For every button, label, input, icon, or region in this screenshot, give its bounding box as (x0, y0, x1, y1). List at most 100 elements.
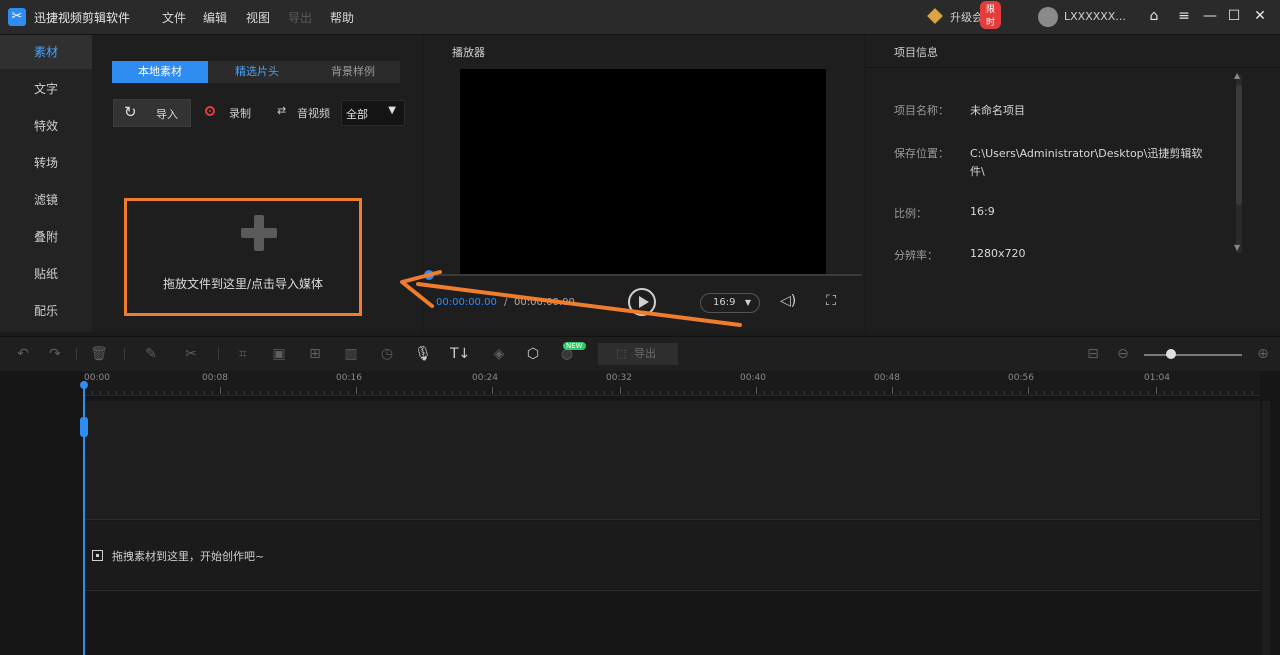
playback-progress-bar[interactable] (424, 274, 862, 276)
menu-export[interactable]: 导出 (288, 9, 312, 26)
sidebar-item-music[interactable]: 配乐 (0, 294, 92, 328)
menu-icon[interactable]: ≡ (1176, 8, 1192, 24)
ruler-tick (956, 391, 957, 394)
undo-icon[interactable]: ↶ (14, 345, 32, 363)
menu-edit[interactable]: 编辑 (203, 9, 227, 26)
crop-icon[interactable]: ⌗ (234, 345, 252, 363)
sidebar-item-overlay[interactable]: 叠附 (0, 220, 92, 254)
ruler-tick (404, 391, 405, 394)
audio-wave-icon[interactable]: ▥ (342, 345, 360, 363)
export-button[interactable]: ⬚ 导出 (598, 343, 678, 365)
video-preview[interactable] (460, 69, 826, 274)
ruler-tick (228, 391, 229, 394)
minimize-icon[interactable]: — (1202, 8, 1218, 24)
ruler-tick (244, 391, 245, 394)
ruler-tick (348, 391, 349, 394)
ruler-tick (1156, 387, 1157, 394)
tick-label: 00:48 (874, 373, 900, 383)
home-icon[interactable]: ⌂ (1146, 8, 1162, 24)
zoom-in-icon[interactable]: ⊕ (1254, 345, 1272, 363)
swap-icon: ⇄ (277, 104, 287, 117)
ruler-tick (820, 391, 821, 394)
menu-view[interactable]: 视图 (246, 9, 270, 26)
ruler-tick (540, 391, 541, 394)
microphone-icon[interactable]: 🎙 (414, 345, 432, 363)
zoom-out-icon[interactable]: ⊖ (1114, 345, 1132, 363)
ruler-tick (620, 387, 621, 394)
ruler-tick (772, 391, 773, 394)
maximize-icon[interactable]: ☐ (1226, 8, 1242, 24)
edit-icon[interactable]: ✎ (142, 345, 160, 363)
ruler-tick (372, 391, 373, 394)
tab-local-material[interactable]: 本地素材 (112, 61, 208, 83)
timeline-ruler[interactable]: 00:00 00:08 00:16 00:24 00:32 00:40 00:4… (84, 371, 1260, 396)
ruler-tick (1060, 391, 1061, 394)
drop-zone-text: 拖放文件到这里/点击导入媒体 (163, 277, 324, 291)
media-drop-zone[interactable]: 拖放文件到这里/点击导入媒体 (124, 198, 362, 316)
ruler-tick (644, 391, 645, 394)
sidebar-item-filter[interactable]: 滤镜 (0, 183, 92, 217)
ruler-tick (1252, 391, 1253, 394)
filter-select[interactable]: 全部 ▼ (341, 100, 405, 126)
ruler-tick (1132, 391, 1133, 394)
scroll-up-icon[interactable]: ▲ (1234, 71, 1240, 80)
username[interactable]: LXXXXXX... (1064, 10, 1126, 23)
material-panel: 本地素材 精选片头 背景样例 ↻ 导入 录制 ⇄ 音视频 全部 ▼ 拖放文件到这… (92, 35, 422, 332)
3d-cube-icon[interactable]: ⬡ (524, 345, 542, 363)
play-button[interactable] (628, 288, 656, 316)
player-title: 播放器 (452, 46, 485, 59)
close-icon[interactable]: ✕ (1252, 8, 1268, 24)
ruler-tick (428, 391, 429, 394)
video-track[interactable] (84, 401, 1260, 519)
ruler-tick (588, 391, 589, 394)
color-icon[interactable]: ◈ (490, 345, 508, 363)
sidebar-item-transition[interactable]: 转场 (0, 146, 92, 180)
ruler-tick (1020, 391, 1021, 394)
sidebar-item-material[interactable]: 素材 (0, 35, 92, 69)
split-icon[interactable]: ✂ (182, 345, 200, 363)
vip-badge: 限时 (980, 1, 1002, 29)
redo-icon[interactable]: ↷ (46, 345, 64, 363)
ruler-tick (260, 391, 261, 394)
aspect-ratio-select[interactable]: 16:9 ▼ (700, 293, 760, 313)
ruler-tick (212, 391, 213, 394)
timeline-hint: 拖拽素材到这里，开始创作吧~ (92, 548, 264, 564)
zoom-slider[interactable] (1144, 354, 1242, 356)
speed-icon[interactable]: ◷ (378, 345, 396, 363)
fit-icon[interactable]: ⊟ (1084, 345, 1102, 363)
playhead-handle[interactable] (80, 381, 88, 389)
sidebar-item-effects[interactable]: 特效 (0, 109, 92, 143)
text-to-speech-icon[interactable]: T↓ (450, 345, 470, 363)
freeze-icon[interactable]: ▣ (270, 345, 288, 363)
tab-featured-intro[interactable]: 精选片头 (208, 61, 306, 83)
ruler-tick (940, 391, 941, 394)
sidebar-item-sticker[interactable]: 贴纸 (0, 257, 92, 291)
avatar[interactable] (1038, 7, 1058, 27)
ruler-tick (1076, 391, 1077, 394)
playhead-grip[interactable] (80, 417, 88, 437)
current-time: 00:00:00.00 (436, 297, 497, 308)
delete-icon[interactable]: 🗑 (90, 345, 108, 363)
ruler-tick (196, 391, 197, 394)
ruler-tick (1068, 391, 1069, 394)
import-button[interactable]: ↻ 导入 (113, 99, 191, 127)
tab-background-samples[interactable]: 背景样例 (306, 61, 400, 83)
zoom-slider-handle[interactable] (1166, 349, 1176, 359)
ruler-tick (636, 391, 637, 394)
scroll-down-icon[interactable]: ▼ (1234, 243, 1240, 252)
menu-file[interactable]: 文件 (162, 9, 186, 26)
ruler-tick (324, 391, 325, 394)
volume-icon[interactable]: ◁) (780, 293, 796, 309)
ruler-tick (1164, 391, 1165, 394)
progress-handle[interactable] (424, 270, 434, 280)
info-scrollbar-thumb[interactable] (1236, 85, 1242, 205)
ruler-tick (484, 391, 485, 394)
timeline-scrollbar[interactable] (1262, 401, 1270, 655)
menu-help[interactable]: 帮助 (330, 9, 354, 26)
sidebar-item-text[interactable]: 文字 (0, 72, 92, 106)
ruler-tick (476, 391, 477, 394)
ruler-tick (108, 391, 109, 394)
fullscreen-icon[interactable]: ⛶ (822, 292, 840, 310)
tick-label: 00:24 (472, 373, 498, 383)
mosaic-icon[interactable]: ⊞ (306, 345, 324, 363)
